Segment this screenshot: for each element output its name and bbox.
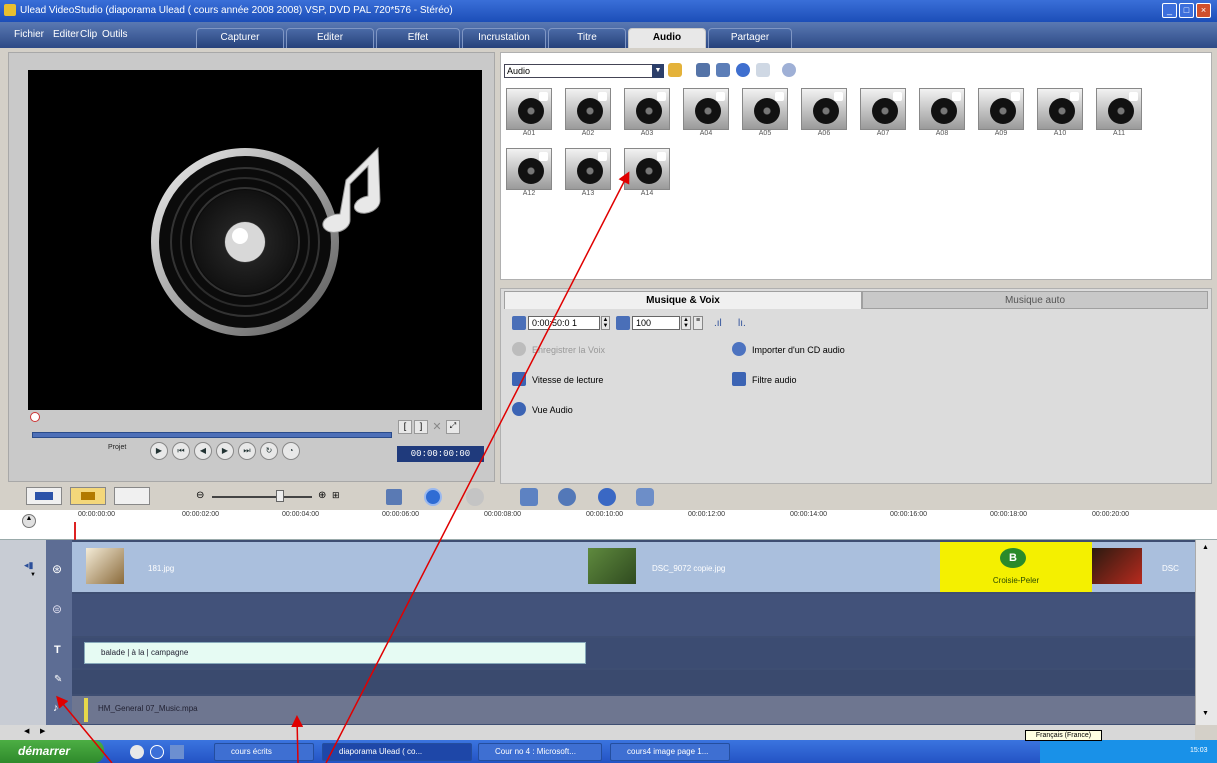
annotation-arrow	[325, 171, 630, 763]
annotation-arrow	[56, 695, 113, 763]
annotation-overlay	[56, 171, 630, 763]
app-window: Ulead VideoStudio (diaporama Ulead ( cou…	[0, 0, 1217, 763]
annotation-arrow	[291, 715, 304, 763]
